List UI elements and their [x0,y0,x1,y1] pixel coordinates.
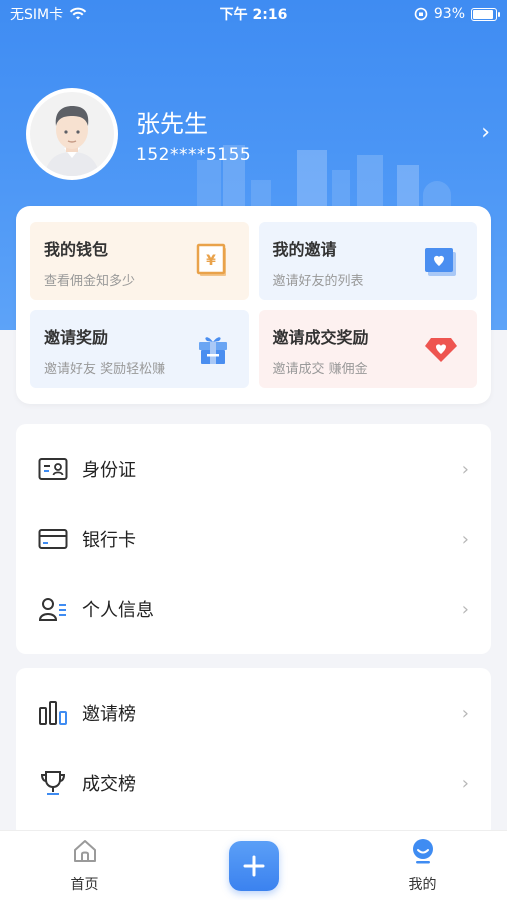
user-profile-header[interactable]: 张先生 152****5155 › [26,88,496,180]
smiley-face-icon [412,838,433,863]
chevron-right-icon: › [461,772,469,794]
card-invite-rewards[interactable]: 邀请奖励 邀请好友 奖励轻松赚 [30,310,249,388]
bank-card-icon [38,529,68,549]
diamond-heart-icon [425,338,457,362]
card-my-invites[interactable]: 我的邀请 邀请好友的列表 [258,222,477,300]
menu-item-deal-ranking[interactable]: 成交榜 › [16,748,491,818]
battery-percent: 93% [433,6,465,22]
personal-info-icon [38,598,66,621]
tab-home[interactable]: 首页 [35,838,135,894]
card-deal-invite-rewards[interactable]: 邀请成交奖励 邀请成交 赚佣金 [258,310,477,388]
card-my-wallet[interactable]: 我的钱包 查看佣金知多少 ¥ [30,222,249,300]
tab-home-label: 首页 [70,876,99,893]
chevron-right-icon: › [461,458,469,480]
status-bar: 无SIM卡 下午 2:16 93% [0,0,507,28]
chevron-right-icon: › [461,702,469,724]
ranking-bars-icon [39,701,67,725]
user-name: 张先生 [136,109,208,138]
svg-text:¥: ¥ [206,253,216,269]
my-profile-page: 无SIM卡 下午 2:16 93% 张先生 152****5155 › 我的钱包… [0,0,507,900]
gift-box-icon [198,337,227,364]
wallet-yen-icon: ¥ [196,243,226,276]
chevron-right-icon[interactable]: › [481,120,490,145]
menu-label: 个人信息 [82,600,154,621]
plus-icon [243,855,264,876]
menu-label: 邀请榜 [82,704,136,725]
ranking-menu: 邀请榜 › 成交榜 › [16,668,491,838]
menu-item-bank-card[interactable]: 银行卡 › [16,504,491,574]
carrier-label: 无SIM卡 [10,7,64,23]
id-card-icon [38,458,68,480]
battery-icon [471,7,500,21]
chevron-right-icon: › [461,598,469,620]
bottom-tab-bar: 首页 我的 [0,830,507,900]
chevron-right-icon: › [461,528,469,550]
orientation-lock-icon [414,7,428,21]
avatar-illustration [30,92,114,176]
menu-item-id-card[interactable]: 身份证 › [16,434,491,504]
home-icon [73,839,96,862]
wifi-icon [69,7,87,20]
menu-item-invite-ranking[interactable]: 邀请榜 › [16,678,491,748]
tab-mine[interactable]: 我的 [373,838,473,894]
menu-item-personal-info[interactable]: 个人信息 › [16,574,491,644]
feature-cards-panel: 我的钱包 查看佣金知多少 ¥ 我的邀请 邀请好友的列表 邀请奖励 邀请好友 奖励… [16,206,491,404]
account-menu: 身份证 › 银行卡 › 个人信息 › [16,424,491,654]
tab-add[interactable] [204,840,304,891]
invite-heart-icon [425,248,456,276]
avatar[interactable] [26,88,118,180]
trophy-icon [40,771,66,795]
menu-label: 银行卡 [82,530,136,551]
tab-mine-label: 我的 [408,876,437,893]
user-phone: 152****5155 [136,144,252,165]
user-info: 张先生 152****5155 [136,104,251,165]
menu-label: 成交榜 [82,774,136,795]
menu-label: 身份证 [82,460,136,481]
add-button[interactable] [228,840,279,891]
